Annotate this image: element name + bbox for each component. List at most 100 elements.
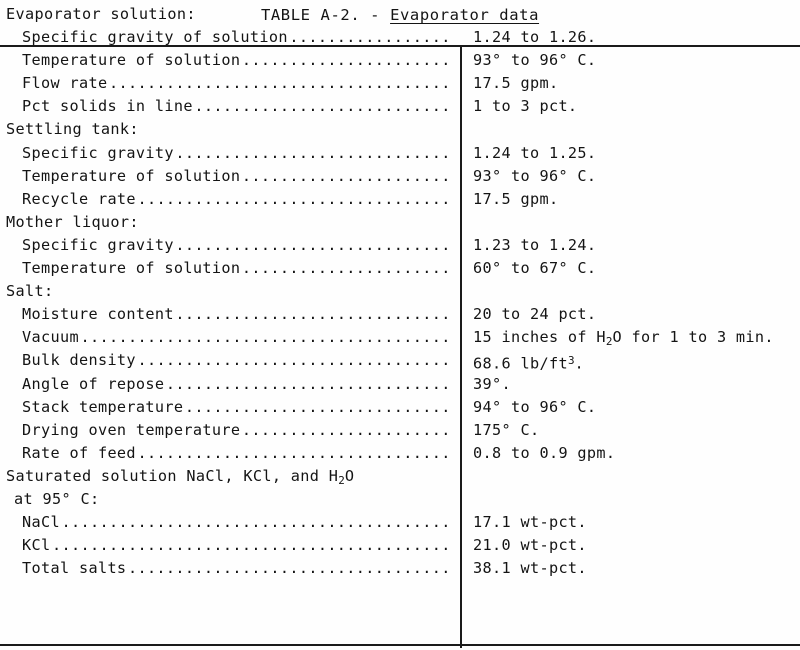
row-label-text: Bulk density [22,351,136,370]
row-label-text: Drying oven temperature [22,420,241,439]
row-label-text: Flow rate [22,74,108,93]
row-label-text: Angle of repose [22,374,165,393]
leader-dots: ........................................… [289,28,450,47]
table-page: TABLE A-2. - Evaporator data Evaporator … [0,0,800,650]
table-row: at 95° C: [0,488,800,511]
row-label: Temperature of solution.................… [22,165,450,188]
row-value: 93° to 96° C. [473,51,597,70]
row-value: 1.24 to 1.25. [473,143,597,162]
table-row: Specific gravity........................… [0,234,800,257]
table-row: Evaporator solution: [0,3,800,26]
table-row: Specific gravity of solution............… [0,26,800,49]
row-label: Stack temperature.......................… [22,396,450,419]
leader-dots: ........................................… [241,259,450,278]
row-group-label: Settling tank: [6,118,456,141]
row-label-text: Specific gravity [22,143,174,162]
row-label-text: Vacuum [22,328,79,347]
row-label-text: Pct solids in line [22,97,193,116]
row-value [473,488,795,511]
row-label: Specific gravity........................… [22,234,450,257]
table-row: Moisture content........................… [0,303,800,326]
table-row: Recycle rate............................… [0,188,800,211]
row-label: Recycle rate............................… [22,188,450,211]
table-row: Angle of repose.........................… [0,373,800,396]
row-value: 1.23 to 1.24. [473,235,597,254]
leader-dots: ........................................… [194,97,450,116]
row-label-text: Rate of feed [22,443,136,462]
table-row: Pct solids in line......................… [0,95,800,118]
row-label: Total salts.............................… [22,557,450,580]
row-group-label: Saturated solution NaCl, KCl, and H2O [6,465,456,488]
row-label-text: Mother liquor: [6,212,139,231]
leader-dots: ........................................… [137,189,450,208]
row-value: 68.6 lb/ft3. [473,354,585,373]
leader-dots: ........................................… [52,536,450,555]
row-label: Specific gravity........................… [22,142,450,165]
row-label: Angle of repose.........................… [22,373,450,396]
table-row: Temperature of solution.................… [0,257,800,280]
row-label-text: Specific gravity of solution [22,28,288,47]
row-label-text: NaCl [22,513,60,532]
row-group-label: Evaporator solution: [6,3,456,26]
leader-dots: ........................................… [137,351,450,370]
row-value: 21.0 wt-pct. [473,536,587,555]
leader-dots: ........................................… [241,166,450,185]
row-group-label: Mother liquor: [6,211,456,234]
row-group-label: Salt: [6,280,456,303]
table-row: Flow rate...............................… [0,72,800,95]
leader-dots: ........................................… [108,74,450,93]
table-row: Salt: [0,280,800,303]
row-value: 38.1 wt-pct. [473,559,587,578]
row-label-text: Temperature of solution [22,166,241,185]
row-label-text: Temperature of solution [22,259,241,278]
row-label: Specific gravity of solution............… [22,26,450,49]
row-label: Temperature of solution.................… [22,257,450,280]
row-label-text: Saturated solution NaCl, KCl, and H2O [6,466,355,487]
row-value [473,3,795,26]
table-row: KCl.....................................… [0,534,800,557]
table-row: Mother liquor: [0,211,800,234]
row-value [473,118,795,141]
row-value: 175° C. [473,420,540,439]
table-row: Bulk density............................… [0,349,800,372]
table-row: Saturated solution NaCl, KCl, and H2O [0,465,800,488]
row-label: KCl.....................................… [22,534,450,557]
row-label-text: Stack temperature [22,397,184,416]
table-row: Specific gravity........................… [0,142,800,165]
row-value: 39°. [473,374,511,393]
leader-dots: ........................................… [61,513,451,532]
table-row: Total salts.............................… [0,557,800,580]
row-label: Pct solids in line......................… [22,95,450,118]
leader-dots: ........................................… [137,443,450,462]
row-label: Moisture content........................… [22,303,450,326]
row-value: 20 to 24 pct. [473,305,597,324]
row-value [473,211,795,234]
row-label-text: Evaporator solution: [6,5,196,23]
leader-dots: ........................................… [175,235,450,254]
row-value: 1 to 3 pct. [473,97,578,116]
row-label-text: Total salts [22,559,127,578]
row-label: Temperature of solution.................… [22,49,450,72]
row-label-text: Settling tank: [6,120,139,139]
row-label-text: KCl [22,536,51,555]
row-label-text: at 95° C: [14,489,100,508]
row-value [473,465,795,488]
leader-dots: ........................................… [241,51,450,70]
row-group-label: at 95° C: [14,488,450,511]
table-row: Vacuum..................................… [0,326,800,349]
row-value: 17.1 wt-pct. [473,513,587,532]
table-row: Drying oven temperature.................… [0,419,800,442]
row-value: 15 inches of H2O for 1 to 3 min. [473,328,774,349]
row-value: 60° to 67° C. [473,259,597,278]
row-label: Vacuum..................................… [22,326,450,349]
leader-dots: ........................................… [175,143,450,162]
table-row: Temperature of solution.................… [0,165,800,188]
leader-dots: ........................................… [184,397,450,416]
row-value: 94° to 96° C. [473,397,597,416]
table-row: NaCl....................................… [0,511,800,534]
row-label-text: Recycle rate [22,189,136,208]
leader-dots: ........................................… [127,559,450,578]
row-value: 17.5 gpm. [473,189,559,208]
row-label: Rate of feed............................… [22,442,450,465]
leader-dots: ........................................… [241,420,450,439]
